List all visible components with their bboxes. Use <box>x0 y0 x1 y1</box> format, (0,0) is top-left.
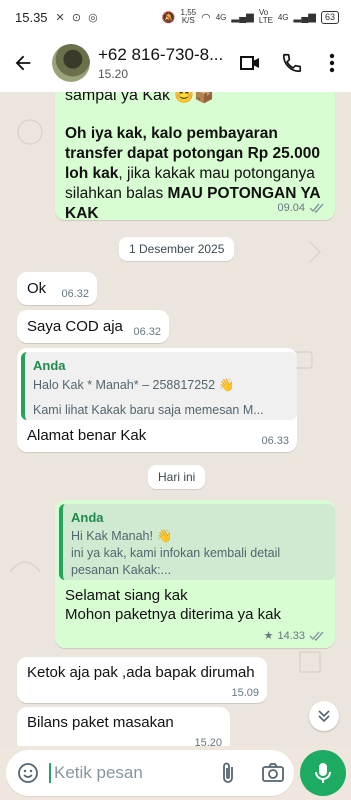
message-bubble-incoming[interactable]: Bilans paket masakan 15.20 <box>17 707 230 746</box>
last-seen: 15.20 <box>98 67 129 81</box>
status-time: 15.35 <box>15 9 48 25</box>
camera-icon[interactable] <box>261 762 285 784</box>
date-divider: Hari ini <box>148 465 206 489</box>
contact-title: +62 816-730-8... <box>98 45 223 64</box>
message-time: 06.33 <box>261 435 289 447</box>
quoted-message[interactable]: Anda Hi Kak Manah! 👋 ini ya kak, kami in… <box>59 504 335 580</box>
quoted-line: Kami lihat Kakak baru saja memesan M... <box>33 403 264 417</box>
signal-icon: ▂▄▆ <box>231 11 254 23</box>
message-meta: 09.04 <box>277 202 325 214</box>
network-4g-2: 4G <box>277 12 289 22</box>
message-meta: ★ 14.33 <box>264 629 325 642</box>
volte-label: Vo LTE <box>258 8 273 25</box>
battery-icon: 63 <box>320 10 339 24</box>
voice-message-button[interactable] <box>300 750 346 796</box>
quoted-author: Anda <box>71 510 104 525</box>
composer: Ketik pesan <box>0 746 351 800</box>
emoji-sticker-icon[interactable] <box>16 761 40 785</box>
contact-info[interactable]: +62 816-730-8... 15.20 <box>98 45 223 81</box>
mic-icon <box>315 763 331 783</box>
text-cursor <box>49 763 51 783</box>
network-4g-1: 4G <box>215 12 227 22</box>
quoted-line: Hi Kak Manah! 👋 <box>71 529 173 543</box>
video-call-icon <box>240 56 259 70</box>
quoted-line: pesanan Kakak:... <box>71 563 172 577</box>
scroll-down-icon <box>318 710 330 723</box>
message-bubble-incoming[interactable]: Ok 06.32 <box>17 272 97 305</box>
star-icon: ★ <box>263 630 274 642</box>
wifi-icon: ◠ <box>201 11 211 24</box>
video-call-button[interactable] <box>237 50 263 76</box>
more-options-button[interactable] <box>319 50 345 76</box>
quoted-author: Anda <box>33 358 66 373</box>
status-right: 🔕 1,55 K/S ◠ 4G ▂▄▆ Vo LTE 4G ▂▄▆ 63 <box>162 9 339 25</box>
speed-readout: 1,55 K/S <box>180 8 197 25</box>
message-time: 06.32 <box>133 326 161 338</box>
message-time: 15.20 <box>194 737 222 746</box>
mute-icon: 🔕 <box>161 11 176 24</box>
chat-area[interactable]: sampai ya Kak 😊📦 Oh iya kak, kalo pembay… <box>0 92 351 746</box>
message-time: 15.09 <box>231 687 259 699</box>
message-text: Bilans paket masakan <box>27 714 174 731</box>
phone-call-button[interactable] <box>279 50 305 76</box>
message-time: 06.32 <box>61 288 89 300</box>
more-vert-icon <box>329 53 335 73</box>
message-text: Saya COD aja <box>27 318 123 335</box>
scroll-to-bottom-button[interactable] <box>309 701 339 731</box>
message-bubble-outgoing[interactable]: sampai ya Kak 😊📦 Oh iya kak, kalo pembay… <box>55 92 335 222</box>
message-text: Selamat siang kak Mohon paketnya diterim… <box>65 587 281 623</box>
avatar[interactable] <box>52 44 90 82</box>
quoted-line: Halo Kak * Manah* – 258817252 👋 <box>33 378 235 392</box>
signal-icon-2: ▂▄▆ <box>293 11 316 23</box>
quoted-line: ini ya kak, kami infokan kembali detail <box>71 546 281 560</box>
message-bubble-incoming-reply[interactable]: Anda Halo Kak * Manah* – 258817252 👋 Kam… <box>17 348 297 452</box>
message-text: Ok <box>27 280 47 297</box>
message-text: Ketok aja pak ,ada bapak dirumah <box>27 664 255 681</box>
message-input[interactable]: Ketik pesan <box>54 763 143 783</box>
back-arrow-icon[interactable] <box>12 52 34 74</box>
notification-icons: ✕ ⊙ ◎ <box>55 11 100 24</box>
double-tick-icon <box>309 631 324 641</box>
message-bubble-outgoing-reply[interactable]: Anda Hi Kak Manah! 👋 ini ya kak, kami in… <box>55 500 335 648</box>
attach-icon[interactable] <box>218 761 238 785</box>
chat-header: +62 816-730-8... 15.20 <box>0 34 351 93</box>
message-bubble-incoming[interactable]: Saya COD aja 06.32 <box>17 310 169 343</box>
message-input-pill: Ketik pesan <box>6 750 294 796</box>
status-bar: 15.35 ✕ ⊙ ◎ 🔕 1,55 K/S ◠ 4G ▂▄▆ Vo LTE 4G… <box>0 0 351 34</box>
date-divider: 1 Desember 2025 <box>119 237 235 261</box>
phone-call-icon <box>282 53 302 73</box>
message-text: Alamat benar Kak <box>27 427 147 444</box>
message-time: 09.04 <box>277 202 305 214</box>
message-bubble-incoming[interactable]: Ketok aja pak ,ada bapak dirumah 15.09 <box>17 657 267 703</box>
quoted-message[interactable]: Anda Halo Kak * Manah* – 258817252 👋 Kam… <box>21 352 297 420</box>
double-tick-icon <box>309 203 324 213</box>
message-time: 14.33 <box>277 629 305 642</box>
message-text: sampai ya Kak 😊📦 <box>65 92 215 104</box>
